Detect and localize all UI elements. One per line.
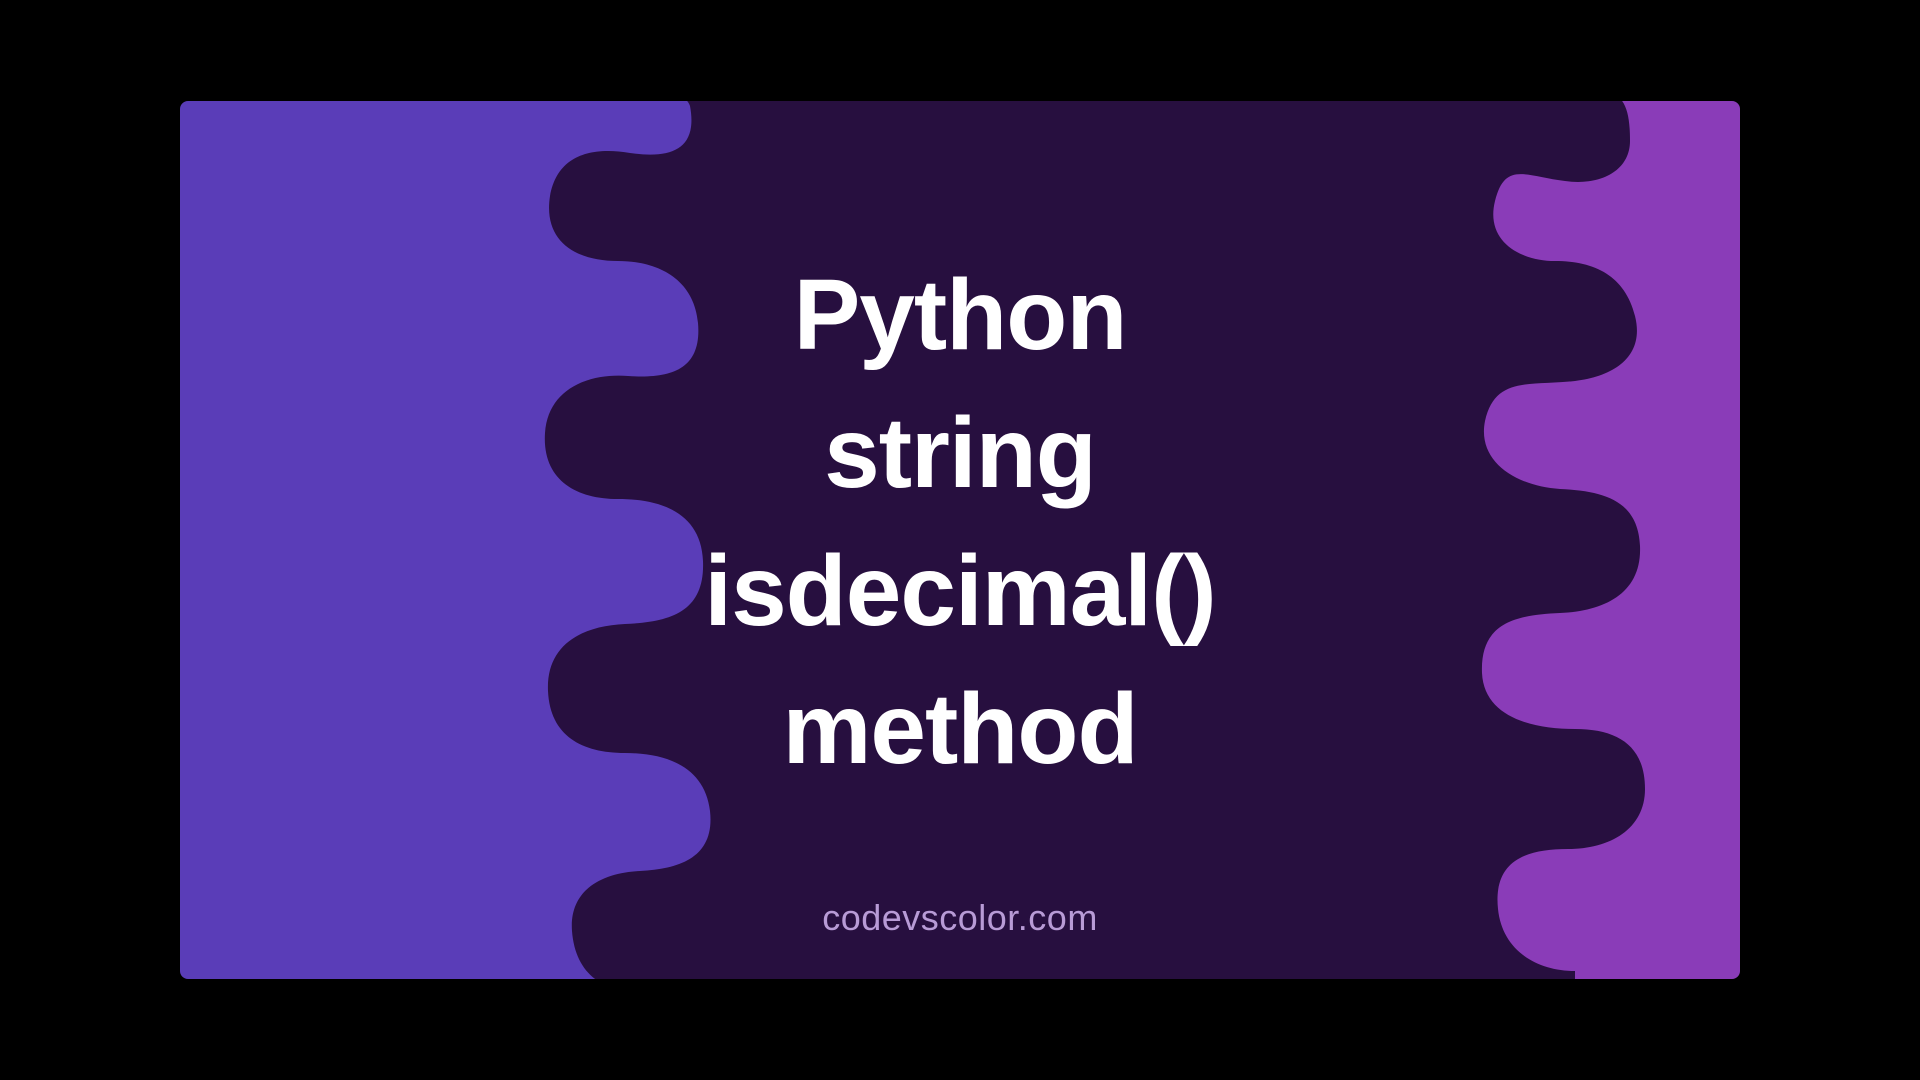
watermark-text: codevscolor.com: [822, 897, 1098, 939]
promo-card: Pythonstringisdecimal()method codevscolo…: [180, 101, 1740, 979]
title-text: Pythonstringisdecimal()method: [336, 246, 1584, 798]
